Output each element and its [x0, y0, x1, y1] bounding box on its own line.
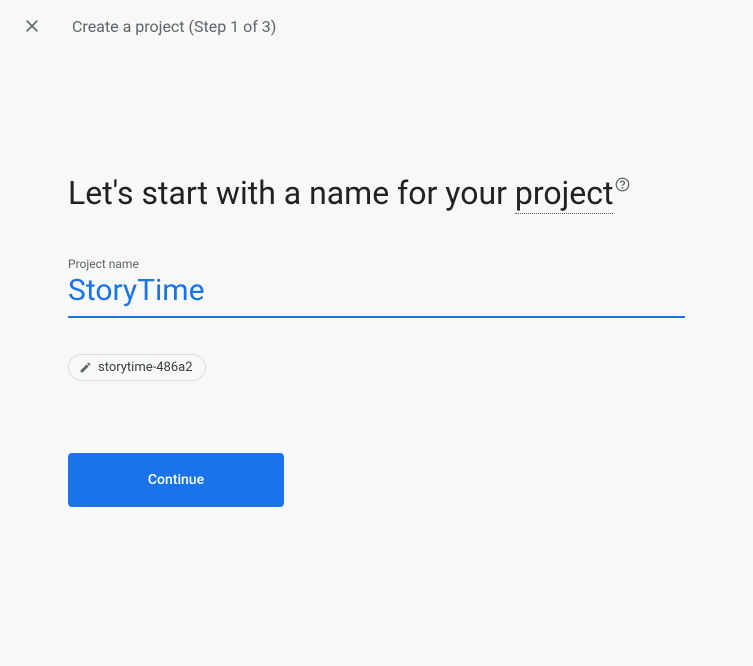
project-name-label: Project name: [68, 257, 685, 271]
heading-term: project: [515, 174, 614, 214]
help-button[interactable]: [615, 177, 630, 192]
close-button[interactable]: [20, 14, 44, 38]
page-heading: Let's start with a name for your project: [68, 172, 685, 215]
heading-prefix: Let's start with a name for your: [68, 174, 515, 212]
pencil-icon: [79, 361, 92, 374]
dialog-content: Let's start with a name for your project…: [0, 52, 753, 507]
dialog-header: Create a project (Step 1 of 3): [0, 0, 753, 52]
project-id-chip[interactable]: storytime-486a2: [68, 354, 206, 381]
continue-button[interactable]: Continue: [68, 453, 284, 507]
close-icon: [24, 18, 40, 34]
project-name-field: Project name: [68, 257, 685, 318]
help-icon: [615, 177, 630, 192]
dialog-title: Create a project (Step 1 of 3): [72, 17, 276, 36]
project-name-input[interactable]: [68, 271, 685, 318]
project-id-text: storytime-486a2: [98, 360, 193, 375]
